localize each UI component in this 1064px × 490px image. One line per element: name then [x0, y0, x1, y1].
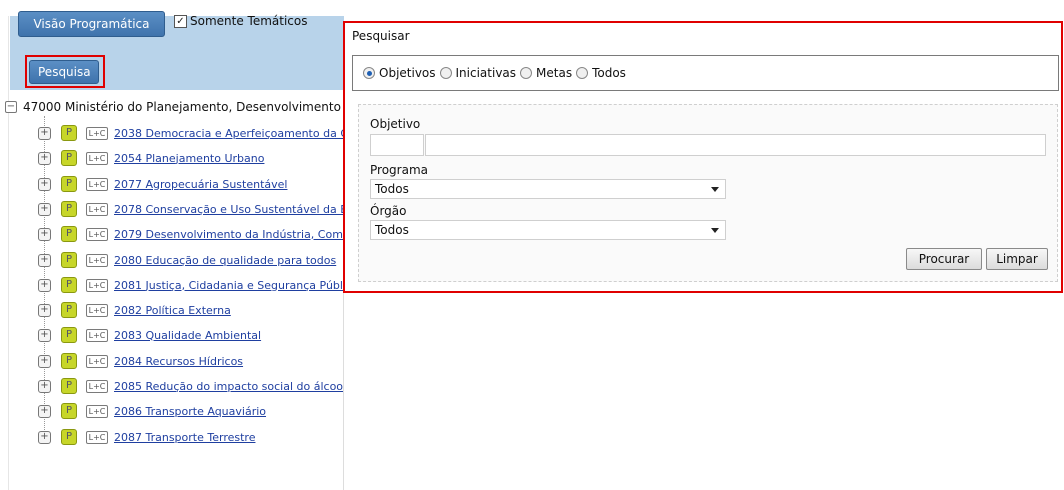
collapse-icon[interactable]: − [5, 101, 17, 113]
program-link[interactable]: 2054 Planejamento Urbano [114, 152, 264, 165]
expand-icon[interactable]: + [38, 379, 51, 393]
program-link[interactable]: 2079 Desenvolvimento da Indústria, Comér… [114, 228, 345, 241]
expand-icon[interactable]: + [38, 303, 51, 317]
tree-root-label: 47000 Ministério do Planejamento, Desenv… [23, 100, 345, 114]
highlight-box-search-panel [343, 21, 1063, 293]
lc-icon[interactable]: L+C [86, 328, 108, 342]
tree-item: + P L+C 2078 Conservação e Uso Sustentável … [38, 200, 345, 218]
expand-icon[interactable]: + [38, 253, 51, 267]
program-p-icon[interactable]: P [61, 378, 77, 394]
lc-icon[interactable]: L+C [86, 253, 108, 267]
lc-icon[interactable]: L+C [86, 151, 108, 165]
program-p-icon[interactable]: P [61, 353, 77, 369]
program-link[interactable]: 2086 Transporte Aquaviário [114, 405, 266, 418]
program-p-icon[interactable]: P [61, 403, 77, 419]
program-p-icon[interactable]: P [61, 150, 77, 166]
tree-item: + P L+C 2086 Transporte Aquaviário [38, 402, 266, 420]
tree-item: + P L+C 2080 Educação de qualidade para tod… [38, 251, 336, 269]
tree-root-node[interactable]: − 47000 Ministério do Planejamento, Dese… [5, 100, 345, 114]
lc-icon[interactable]: L+C [86, 354, 108, 368]
program-link[interactable]: 2083 Qualidade Ambiental [114, 329, 261, 342]
tree-item: + P L+C 2038 Democracia e Aperfeiçoamento d… [38, 124, 345, 142]
lc-icon[interactable]: L+C [86, 278, 108, 292]
program-p-icon[interactable]: P [61, 429, 77, 445]
program-link[interactable]: 2038 Democracia e Aperfeiçoamento da Ges… [114, 127, 345, 140]
program-link[interactable]: 2084 Recursos Hídricos [114, 355, 243, 368]
lc-icon[interactable]: L+C [86, 404, 108, 418]
tree-item: + P L+C 2054 Planejamento Urbano [38, 149, 264, 167]
tree-item: + P L+C 2079 Desenvolvimento da Indústria, … [38, 225, 345, 243]
expand-icon[interactable]: + [38, 430, 51, 444]
program-p-icon[interactable]: P [61, 252, 77, 268]
expand-icon[interactable]: + [38, 177, 51, 191]
lc-icon[interactable]: L+C [86, 126, 108, 140]
program-p-icon[interactable]: P [61, 226, 77, 242]
lc-icon[interactable]: L+C [86, 202, 108, 216]
program-link[interactable]: 2087 Transporte Terrestre [114, 431, 255, 444]
lc-icon[interactable]: L+C [86, 430, 108, 444]
tree-item: + P L+C 2083 Qualidade Ambiental [38, 326, 261, 344]
lc-icon[interactable]: L+C [86, 177, 108, 191]
program-p-icon[interactable]: P [61, 327, 77, 343]
tree-item: + P L+C 2077 Agropecuária Sustentável [38, 175, 287, 193]
expand-icon[interactable]: + [38, 126, 51, 140]
tree-viewport: − 47000 Ministério do Planejamento, Dese… [0, 0, 345, 490]
tree-item: + P L+C 2081 Justiça, Cidadania e Segurança… [38, 276, 345, 294]
expand-icon[interactable]: + [38, 278, 51, 292]
program-link[interactable]: 2080 Educação de qualidade para todos [114, 254, 336, 267]
program-p-icon[interactable]: P [61, 201, 77, 217]
program-p-icon[interactable]: P [61, 277, 77, 293]
tree-item: + P L+C 2084 Recursos Hídricos [38, 352, 243, 370]
program-link[interactable]: 2081 Justiça, Cidadania e Segurança Públ… [114, 279, 345, 292]
program-p-icon[interactable]: P [61, 125, 77, 141]
lc-icon[interactable]: L+C [86, 227, 108, 241]
program-link[interactable]: 2082 Política Externa [114, 304, 231, 317]
tree-item: + P L+C 2082 Política Externa [38, 301, 231, 319]
program-link[interactable]: 2078 Conservação e Uso Sustentável da Bi… [114, 203, 345, 216]
tree-item: + P L+C 2087 Transporte Terrestre [38, 428, 255, 446]
program-p-icon[interactable]: P [61, 302, 77, 318]
expand-icon[interactable]: + [38, 227, 51, 241]
program-link[interactable]: 2085 Redução do impacto social do álcool… [114, 380, 345, 393]
lc-icon[interactable]: L+C [86, 303, 108, 317]
expand-icon[interactable]: + [38, 404, 51, 418]
expand-icon[interactable]: + [38, 328, 51, 342]
expand-icon[interactable]: + [38, 354, 51, 368]
expand-icon[interactable]: + [38, 151, 51, 165]
lc-icon[interactable]: L+C [86, 379, 108, 393]
expand-icon[interactable]: + [38, 202, 51, 216]
tree-item: + P L+C 2085 Redução do impacto social do á… [38, 377, 345, 395]
program-link[interactable]: 2077 Agropecuária Sustentável [114, 178, 287, 191]
program-p-icon[interactable]: P [61, 176, 77, 192]
